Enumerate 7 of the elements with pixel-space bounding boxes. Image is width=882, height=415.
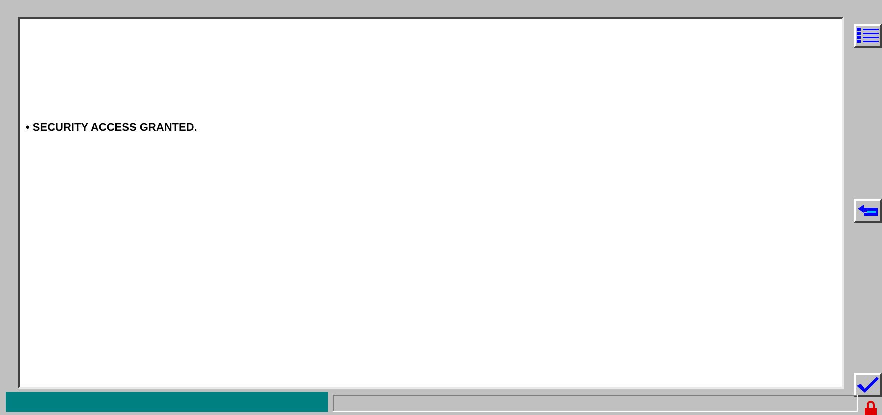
check-icon (856, 376, 880, 394)
back-arrow-icon (857, 204, 879, 218)
list-icon (856, 27, 880, 45)
message-text: • SECURITY ACCESS GRANTED. (26, 121, 198, 135)
list-button[interactable] (854, 24, 882, 48)
back-button[interactable] (854, 198, 882, 222)
confirm-button[interactable] (854, 373, 882, 397)
